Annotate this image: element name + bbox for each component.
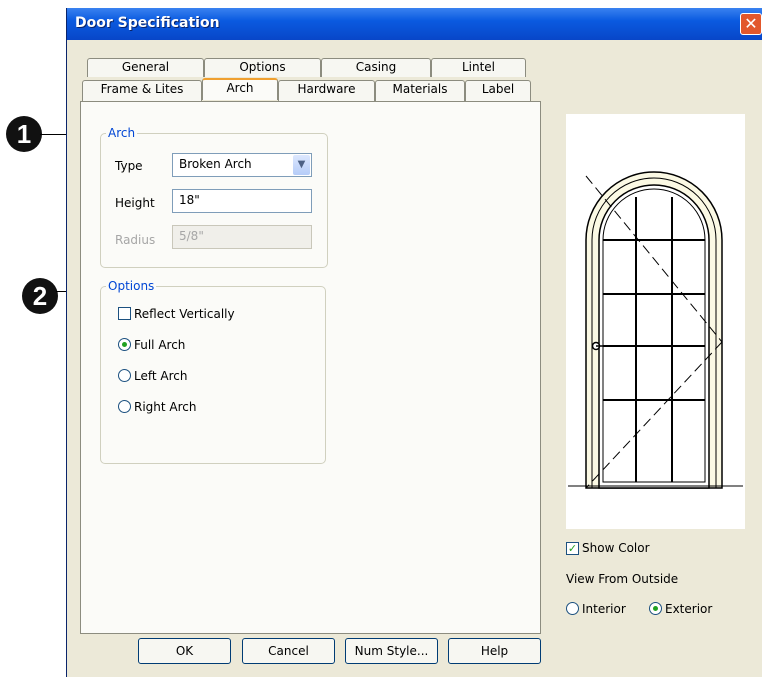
tab-label: Casing	[355, 60, 397, 74]
view-from-outside-label: View From Outside	[566, 572, 679, 586]
tab-label: Materials	[392, 82, 448, 96]
ok-button[interactable]: OK	[138, 638, 231, 664]
callout-2: 2	[22, 278, 58, 314]
tab-arch[interactable]: Arch	[202, 78, 278, 100]
tab-label: Options	[239, 60, 286, 74]
door-preview-drawing	[568, 171, 743, 489]
tab-label: Lintel	[461, 60, 496, 74]
dialog-title: Door Specification	[75, 15, 220, 31]
tab-label: General	[121, 60, 170, 74]
full-arch-label: Full Arch	[134, 338, 186, 352]
tab-label: Arch	[226, 81, 254, 95]
close-icon: ✕	[744, 14, 758, 33]
height-label: Height	[115, 196, 155, 210]
tab-label[interactable]: Label	[465, 80, 531, 101]
show-color-checkbox[interactable]: ✓	[566, 542, 579, 555]
arch-tab-panel: Arch Type Broken Arch ▼ Height 18" Radiu…	[80, 101, 541, 634]
type-label: Type	[115, 159, 143, 173]
arch-type-select[interactable]: Broken Arch ▼	[172, 153, 312, 177]
show-color-label: Show Color	[582, 541, 650, 555]
tab-options[interactable]: Options	[204, 58, 321, 77]
full-arch-radio[interactable]	[118, 338, 131, 351]
radius-value: 5/8"	[179, 229, 204, 243]
tab-materials[interactable]: Materials	[375, 80, 465, 101]
help-button[interactable]: Help	[448, 638, 541, 664]
tab-lintel[interactable]: Lintel	[431, 58, 526, 77]
interior-label: Interior	[582, 602, 626, 616]
chevron-down-icon[interactable]: ▼	[293, 155, 310, 175]
title-bar: Door Specification ✕	[67, 8, 762, 40]
tab-frame-lites[interactable]: Frame & Lites	[82, 80, 202, 101]
reflect-vertically-label: Reflect Vertically	[134, 307, 235, 321]
cancel-button[interactable]: Cancel	[242, 638, 335, 664]
callout-1: 1	[6, 116, 42, 152]
tab-label: Hardware	[297, 82, 356, 96]
tab-label: Frame & Lites	[100, 82, 184, 96]
door-preview	[566, 114, 745, 529]
arch-group-legend: Arch	[106, 125, 138, 141]
radius-field: 5/8"	[172, 225, 312, 249]
options-group-legend: Options	[106, 278, 157, 294]
num-style-button[interactable]: Num Style...	[345, 638, 438, 664]
reflect-vertically-checkbox[interactable]	[118, 307, 131, 320]
door-lite-frame	[602, 188, 706, 483]
arch-type-value: Broken Arch	[179, 157, 252, 171]
tab-label: Label	[481, 82, 515, 96]
exterior-label: Exterior	[665, 602, 713, 616]
left-arch-radio[interactable]	[118, 369, 131, 382]
height-field[interactable]: 18"	[172, 189, 312, 213]
tab-hardware[interactable]: Hardware	[278, 80, 375, 101]
door-specification-dialog: Door Specification ✕ General Options Cas…	[66, 8, 762, 677]
tab-general[interactable]: General	[87, 58, 204, 77]
left-arch-label: Left Arch	[134, 369, 188, 383]
right-arch-radio[interactable]	[118, 400, 131, 413]
radius-label: Radius	[115, 233, 156, 247]
height-value: 18"	[179, 193, 200, 207]
interior-radio[interactable]	[566, 602, 579, 615]
tab-casing[interactable]: Casing	[321, 58, 431, 77]
exterior-radio[interactable]	[649, 602, 662, 615]
right-arch-label: Right Arch	[134, 400, 197, 414]
close-button[interactable]: ✕	[740, 13, 762, 35]
